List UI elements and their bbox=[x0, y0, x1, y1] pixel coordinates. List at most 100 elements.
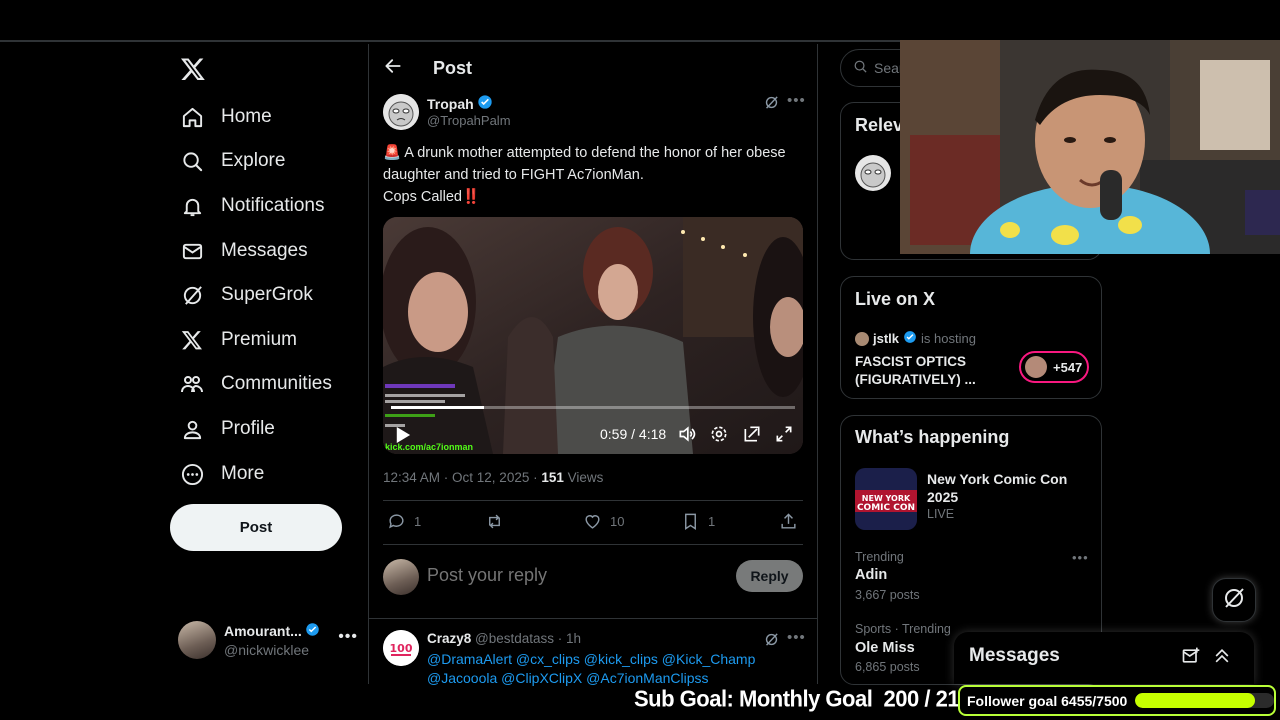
bookmark-action[interactable]: 1 bbox=[681, 512, 715, 531]
post-actions: 1 10 1 bbox=[383, 512, 803, 534]
reply-action[interactable]: 1 bbox=[387, 512, 421, 531]
follower-goal-bar bbox=[1135, 693, 1274, 708]
account-switcher[interactable]: Amourant... @nickwicklee ••• bbox=[178, 618, 358, 662]
new-message-icon[interactable] bbox=[1181, 646, 1203, 668]
follower-goal-fill bbox=[1135, 693, 1255, 708]
nav-notifications[interactable]: Notifications bbox=[180, 186, 325, 226]
divider bbox=[383, 500, 803, 501]
nav-profile[interactable]: Profile bbox=[180, 409, 275, 449]
nav-label: Notifications bbox=[221, 195, 325, 216]
more-dots-icon[interactable]: ••• bbox=[1072, 550, 1089, 565]
nav-supergrok[interactable]: SuperGrok bbox=[180, 275, 313, 315]
nav-more[interactable]: More bbox=[180, 454, 264, 494]
bookmark-icon bbox=[685, 513, 696, 530]
nav-label: SuperGrok bbox=[221, 284, 313, 305]
share-icon bbox=[781, 513, 796, 529]
post-button[interactable]: Post bbox=[170, 504, 342, 551]
more-dots-icon[interactable]: ••• bbox=[787, 629, 806, 646]
listeners-pill[interactable]: +547 bbox=[1019, 351, 1089, 383]
search-icon bbox=[180, 149, 204, 173]
follower-goal-label: Follower goal 6455/7500 bbox=[967, 692, 1128, 709]
reply-text[interactable]: @DramaAlert @cx_clips @kick_clips @Kick_… bbox=[427, 650, 797, 688]
play-icon[interactable] bbox=[395, 426, 413, 446]
more-dots-icon[interactable]: ••• bbox=[338, 628, 358, 646]
verified-badge-icon bbox=[477, 94, 493, 113]
heart-icon bbox=[585, 515, 600, 529]
messages-title: Messages bbox=[969, 645, 1060, 666]
share-action[interactable] bbox=[779, 512, 798, 531]
back-arrow-icon[interactable] bbox=[383, 56, 403, 76]
reply-item[interactable]: 100 Crazy8 @bestdatass · 1h ••• @DramaAl… bbox=[383, 629, 806, 690]
more-dots-icon[interactable]: ••• bbox=[787, 92, 806, 109]
communities-icon bbox=[180, 372, 204, 396]
post-timestamp[interactable]: 12:34 AM · Oct 12, 2025 bbox=[383, 470, 529, 485]
nav-communities[interactable]: Communities bbox=[180, 364, 332, 404]
event-name[interactable]: New York Comic Con 2025 bbox=[927, 470, 1087, 506]
grok-icon[interactable] bbox=[763, 631, 781, 649]
nav-label: More bbox=[221, 463, 265, 484]
chevron-up-double-icon[interactable] bbox=[1212, 646, 1234, 668]
space-title[interactable]: FASCIST OPTICS (FIGURATIVELY) ... bbox=[855, 353, 1005, 389]
exclamation-emoji: ‼️ bbox=[462, 189, 481, 205]
video-scrubber[interactable] bbox=[391, 406, 795, 409]
trend-name[interactable]: Ole Miss bbox=[855, 640, 915, 656]
live-host[interactable]: jstlk is hosting bbox=[855, 330, 976, 347]
avatar bbox=[178, 621, 216, 659]
svg-text:NEW YORK: NEW YORK bbox=[862, 494, 911, 503]
settings-gear-icon[interactable] bbox=[709, 424, 729, 444]
video-player[interactable]: kick.com/ac7ionman 0:59 / 4:18 bbox=[383, 217, 803, 454]
host-status: is hosting bbox=[921, 331, 976, 346]
grok-floating-button[interactable] bbox=[1212, 578, 1256, 622]
nav-explore[interactable]: Explore bbox=[180, 141, 285, 181]
avatar[interactable] bbox=[855, 155, 891, 191]
reply-button[interactable]: Reply bbox=[736, 560, 803, 592]
host-name: jstlk bbox=[873, 331, 900, 346]
person-icon bbox=[180, 417, 204, 441]
follower-goal-widget: Follower goal 6455/7500 bbox=[958, 685, 1276, 716]
post-text-line1: A drunk mother attempted to defend the h… bbox=[383, 145, 786, 183]
verified-badge-icon bbox=[305, 622, 320, 640]
picture-in-picture-icon[interactable] bbox=[742, 424, 762, 444]
sub-goal-text: Sub Goal: Monthly Goal 200 / 210 bbox=[634, 685, 971, 712]
avatar[interactable]: 100 bbox=[383, 630, 419, 666]
repost-action[interactable] bbox=[485, 512, 512, 531]
x-logo-icon[interactable] bbox=[180, 56, 206, 82]
nav-messages[interactable]: Messages bbox=[180, 231, 308, 271]
grok-icon[interactable] bbox=[763, 94, 781, 112]
grok-icon bbox=[180, 283, 204, 307]
fullscreen-icon[interactable] bbox=[774, 424, 794, 444]
author-name[interactable]: Tropah bbox=[427, 96, 474, 112]
trend-context: Sports · Trending bbox=[855, 622, 951, 636]
mail-icon bbox=[180, 239, 204, 263]
post-meta: 12:34 AM · Oct 12, 2025 · 151 Views bbox=[383, 470, 604, 485]
account-name: Amourant... bbox=[224, 623, 302, 639]
live-on-x-card: Live on X jstlk is hosting FASCIST OPTIC… bbox=[840, 276, 1102, 399]
post-text: 🚨 A drunk mother attempted to defend the… bbox=[383, 142, 793, 208]
reply-author-name[interactable]: Crazy8 bbox=[427, 631, 471, 646]
bookmark-count: 1 bbox=[708, 514, 716, 529]
avatar[interactable] bbox=[383, 94, 419, 130]
verified-badge-icon bbox=[903, 330, 917, 347]
messages-drawer[interactable]: Messages bbox=[954, 632, 1254, 684]
video-progress-fill bbox=[391, 406, 484, 409]
event-thumbnail[interactable]: NEW YORK COMIC CON bbox=[855, 468, 917, 530]
nav-premium[interactable]: Premium bbox=[180, 320, 297, 360]
post-author: Tropah @TropahPalm ••• bbox=[383, 92, 806, 134]
siren-emoji: 🚨 bbox=[383, 145, 402, 161]
author-handle[interactable]: @TropahPalm bbox=[427, 113, 511, 128]
bell-icon bbox=[180, 194, 204, 218]
nav-home[interactable]: Home bbox=[180, 97, 272, 137]
repost-icon bbox=[489, 514, 500, 529]
account-handle: @nickwicklee bbox=[224, 642, 310, 658]
trend-context: Trending bbox=[855, 550, 904, 564]
trend-name[interactable]: Adin bbox=[855, 567, 887, 583]
streamer-webcam bbox=[900, 40, 1280, 254]
volume-icon[interactable] bbox=[677, 424, 697, 444]
grok-icon bbox=[1222, 586, 1246, 615]
like-action[interactable]: 10 bbox=[583, 512, 624, 531]
svg-text:100: 100 bbox=[390, 642, 413, 655]
reply-input[interactable] bbox=[427, 565, 727, 586]
nav-label: Explore bbox=[221, 150, 286, 171]
reply-count: 1 bbox=[414, 514, 422, 529]
divider bbox=[369, 618, 817, 619]
